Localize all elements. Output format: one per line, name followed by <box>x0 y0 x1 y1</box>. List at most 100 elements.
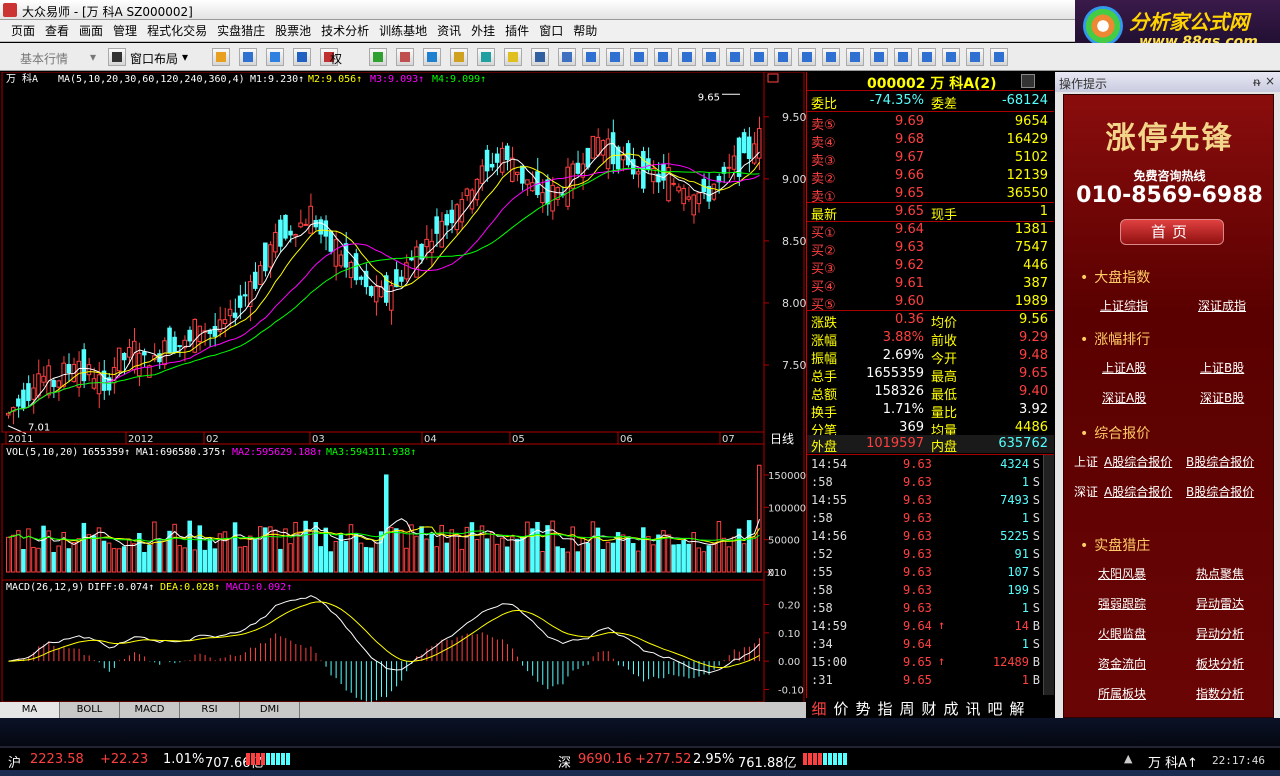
side-link[interactable]: 指数分析 <box>1196 685 1244 702</box>
tick-scrollbar[interactable] <box>1043 455 1054 695</box>
detail-tab[interactable]: 细 <box>808 698 830 718</box>
toolbar-tool-icon[interactable] <box>822 48 840 66</box>
detail-tab[interactable]: 周 <box>896 698 918 718</box>
toolbar-tool-icon[interactable] <box>702 48 720 66</box>
side-link[interactable]: A股综合报价 <box>1104 453 1172 470</box>
period-label[interactable]: 日线 <box>770 432 794 446</box>
detail-tab[interactable]: 财 <box>918 698 940 718</box>
indicator-tab[interactable]: BOLL <box>60 702 120 718</box>
menu-item[interactable]: 程式化交易 <box>142 22 212 39</box>
side-link[interactable]: 板块分析 <box>1196 655 1244 672</box>
toolbar-tool-icon[interactable] <box>798 48 816 66</box>
toolbar-tool-icon[interactable] <box>894 48 912 66</box>
stock-chart[interactable]: 万 科A MA(5,10,20,30,60,120,240,360,4) M1:9.… <box>0 72 806 718</box>
toolbar-tool-icon[interactable] <box>531 48 549 66</box>
ask-price[interactable]: 9.69 <box>895 114 924 129</box>
menu-item[interactable]: 股票池 <box>270 22 316 39</box>
detail-tab[interactable]: 势 <box>852 698 874 718</box>
toolbar-tool-icon[interactable] <box>477 48 495 66</box>
menu-item[interactable]: 画面 <box>74 22 108 39</box>
toolbar-tool-icon[interactable] <box>726 48 744 66</box>
side-link[interactable]: 太阳风暴 <box>1098 565 1146 582</box>
toolbar-tool-icon[interactable] <box>966 48 984 66</box>
menu-item[interactable]: 资讯 <box>432 22 466 39</box>
bid-price[interactable]: 9.64 <box>895 222 924 237</box>
close-icon[interactable]: × <box>1265 74 1275 88</box>
toolbar-tool-icon[interactable] <box>870 48 888 66</box>
menu-item[interactable]: 查看 <box>40 22 74 39</box>
indicator-tab[interactable]: MACD <box>120 702 180 718</box>
toolbar-tool-icon[interactable] <box>369 48 387 66</box>
ask-price[interactable]: 9.65 <box>895 186 924 201</box>
window-layout-button[interactable]: 窗口布局 <box>130 50 178 67</box>
side-link[interactable]: 上证B股 <box>1200 359 1244 376</box>
ask-price[interactable]: 9.68 <box>895 132 924 147</box>
toolbar-tool-icon[interactable] <box>558 48 576 66</box>
toolbar-tool-icon[interactable] <box>918 48 936 66</box>
detail-tab[interactable]: 讯 <box>962 698 984 718</box>
toolbar-tool-icon[interactable] <box>582 48 600 66</box>
chart-type-icon[interactable] <box>1021 74 1035 88</box>
bid-price[interactable]: 9.63 <box>895 240 924 255</box>
sh-index[interactable]: 2223.58 <box>30 752 84 767</box>
menu-item[interactable]: 窗口 <box>534 22 568 39</box>
sz-index[interactable]: 9690.16 <box>578 752 632 767</box>
toolbar-tool-icon[interactable] <box>606 48 624 66</box>
detail-tab[interactable]: 指 <box>874 698 896 718</box>
rights-button[interactable]: 权 <box>330 50 342 67</box>
toolbar-tool-icon[interactable] <box>678 48 696 66</box>
menu-item[interactable]: 插件 <box>500 22 534 39</box>
menu-item[interactable]: 训练基地 <box>374 22 432 39</box>
bid-price[interactable]: 9.61 <box>895 276 924 291</box>
status-stock[interactable]: 万 科A↑ <box>1148 752 1198 771</box>
side-link[interactable]: B股综合报价 <box>1186 453 1254 470</box>
bid-price[interactable]: 9.62 <box>895 258 924 273</box>
basic-quote-dropdown[interactable]: 基本行情 <box>20 50 68 67</box>
kline-chart-area[interactable]: 万 科A MA(5,10,20,30,60,120,240,360,4) M1:9.… <box>0 72 806 718</box>
side-link[interactable]: 异动雷达 <box>1196 595 1244 612</box>
ask-price[interactable]: 9.67 <box>895 150 924 165</box>
side-link[interactable]: 热点聚焦 <box>1196 565 1244 582</box>
detail-tab[interactable]: 价 <box>830 698 852 718</box>
side-link[interactable]: 所属板块 <box>1098 685 1146 702</box>
side-link[interactable]: 火眼监盘 <box>1098 625 1146 642</box>
menu-item[interactable]: 技术分析 <box>316 22 374 39</box>
bid-price[interactable]: 9.60 <box>895 294 924 309</box>
toolbar-tool-icon[interactable] <box>654 48 672 66</box>
home-button[interactable]: 首页 <box>1120 219 1224 245</box>
side-link[interactable]: 强弱跟踪 <box>1098 595 1146 612</box>
side-link[interactable]: 上证A股 <box>1102 359 1146 376</box>
toolbar-tool-icon[interactable] <box>990 48 1008 66</box>
dropdown-arrow-icon[interactable]: ▾ <box>90 50 96 64</box>
toolbar-tool-icon[interactable] <box>239 48 257 66</box>
window-layout-icon[interactable] <box>108 48 126 66</box>
toolbar-tool-icon[interactable] <box>212 48 230 66</box>
toolbar-tool-icon[interactable] <box>293 48 311 66</box>
side-link[interactable]: 深证B股 <box>1200 389 1244 406</box>
toolbar-tool-icon[interactable] <box>630 48 648 66</box>
detail-tab[interactable]: 解 <box>1006 698 1028 718</box>
menu-item[interactable]: 页面 <box>6 22 40 39</box>
side-link[interactable]: 资金流向 <box>1098 655 1146 672</box>
toolbar-tool-icon[interactable] <box>423 48 441 66</box>
tick-list[interactable]: 14:54 9.63 4324 S:58 9.63 1 S 14:55 9.63 7493 S:58… <box>807 455 1054 695</box>
side-link[interactable]: 深证成指 <box>1198 297 1246 314</box>
indicator-tab[interactable]: MA <box>0 702 60 718</box>
ask-price[interactable]: 9.66 <box>895 168 924 183</box>
axis-toggle-icon[interactable] <box>767 73 779 83</box>
detail-tab[interactable]: 成 <box>940 698 962 718</box>
side-link[interactable]: 上证综指 <box>1100 297 1148 314</box>
toolbar-tool-icon[interactable] <box>774 48 792 66</box>
indicator-tab[interactable]: DMI <box>240 702 300 718</box>
menu-item[interactable]: 帮助 <box>568 22 602 39</box>
pin-icon[interactable]: ᵰ <box>1253 75 1260 89</box>
menu-item[interactable]: 管理 <box>108 22 142 39</box>
toolbar-tool-icon[interactable] <box>450 48 468 66</box>
indicator-tab[interactable]: RSI <box>180 702 240 718</box>
toolbar-tool-icon[interactable] <box>942 48 960 66</box>
side-link[interactable]: B股综合报价 <box>1186 483 1254 500</box>
menu-item[interactable]: 实盘猎庄 <box>212 22 270 39</box>
detail-tab[interactable]: 吧 <box>984 698 1006 718</box>
toolbar-tool-icon[interactable] <box>504 48 522 66</box>
toolbar-tool-icon[interactable] <box>750 48 768 66</box>
